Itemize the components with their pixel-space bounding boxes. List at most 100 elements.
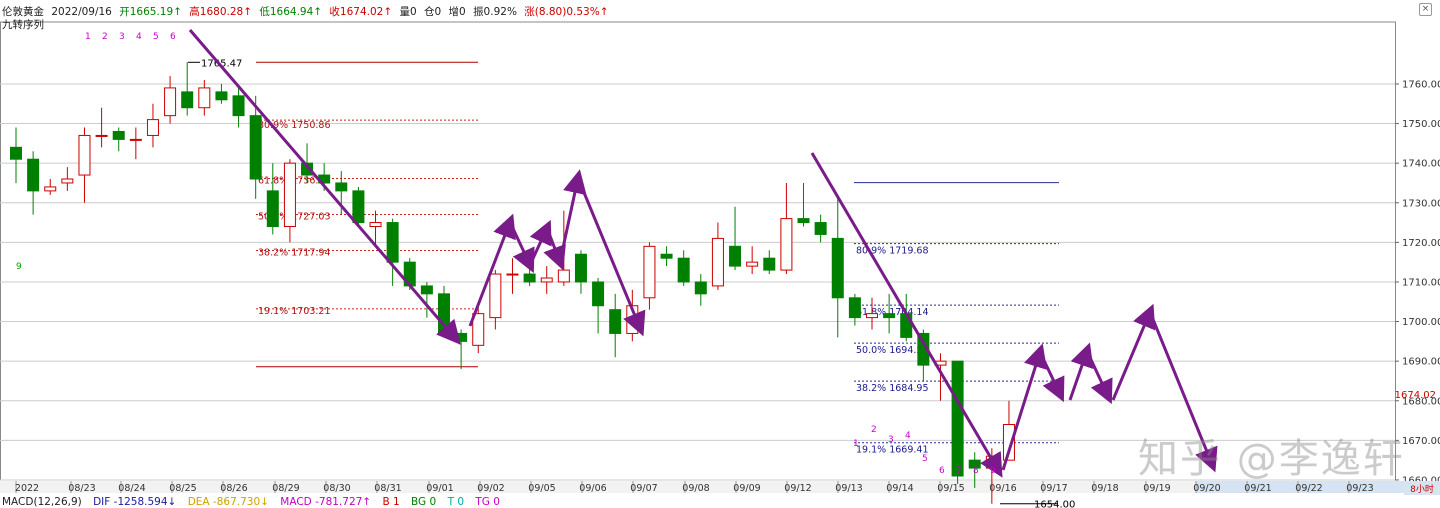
x-tick-label: 09/19 — [1143, 483, 1170, 494]
y-tick-label: 1740.00 — [1402, 159, 1440, 170]
candle-body — [831, 237, 844, 299]
low-label: 1654.00 — [1034, 500, 1075, 508]
seq-counter: 1 — [85, 32, 91, 42]
x-tick-label: 2022 — [15, 483, 39, 494]
candle-body — [146, 119, 159, 136]
candle-body — [951, 360, 964, 477]
candle-body — [489, 273, 502, 319]
candle-body — [523, 273, 536, 283]
projection-arrow — [1068, 342, 1094, 401]
candle-body — [266, 190, 279, 228]
candle-body — [592, 281, 605, 307]
x-tick-label: 09/02 — [477, 483, 504, 494]
x-tick-label: 09/18 — [1091, 483, 1118, 494]
candle-body — [711, 237, 724, 287]
y-tick-label: 1670.00 — [1402, 436, 1440, 447]
y-tick-label: 1690.00 — [1402, 357, 1440, 368]
candle-body — [883, 313, 896, 319]
amplitude: 振0.92% — [473, 6, 517, 18]
fib2-level-label: 19.1% 1669.41 — [856, 445, 928, 456]
macd-value: MACD -781.727↑ — [280, 496, 372, 508]
candle-body — [78, 134, 91, 176]
seq-counter: 7 — [956, 466, 962, 476]
seq-counter: 5 — [922, 454, 928, 464]
close-price: 收1674.02↑ — [329, 6, 393, 18]
candle-body — [694, 281, 707, 295]
candle-body — [574, 253, 587, 283]
x-tick-label: 09/15 — [937, 483, 964, 494]
candle-body — [10, 146, 22, 160]
seq-counter: 3 — [888, 435, 894, 445]
projection-arrow — [1085, 350, 1113, 405]
projection-arrow — [528, 219, 552, 266]
candle-body — [814, 222, 827, 235]
candle-body — [797, 218, 810, 224]
macd-bg: BG 0 — [411, 496, 437, 508]
price-change: 涨(8.80)0.53%↑ — [524, 6, 609, 18]
candle-body — [61, 178, 74, 184]
projection-arrow — [558, 169, 587, 263]
seq-counter: 1 — [853, 439, 859, 449]
candle-body — [335, 182, 348, 192]
high-price: 高1680.28↑ — [189, 6, 252, 18]
candle-body — [352, 190, 365, 224]
y-tick-label: 1710.00 — [1402, 277, 1440, 288]
x-tick-label: 09/07 — [630, 483, 657, 494]
timeframe-label[interactable]: 8小时 — [1404, 485, 1440, 495]
x-tick-label: 08/30 — [323, 483, 350, 494]
seq-counter: 9 — [990, 466, 996, 476]
seq-counter: 2 — [102, 32, 108, 42]
fib1-level-label: 19.1% 1703.21 — [258, 306, 330, 317]
macd-t: T 0 — [447, 496, 464, 508]
macd-tg: TG 0 — [475, 496, 500, 508]
candle-body — [27, 158, 40, 192]
candle-body — [643, 245, 656, 299]
x-tick-label: 08/26 — [220, 483, 247, 494]
candle-body — [780, 218, 793, 271]
candle-body — [455, 332, 468, 342]
oi-change: 增0 — [448, 6, 466, 18]
x-tick-label: 08/29 — [272, 483, 299, 494]
x-tick-label: 09/23 — [1346, 483, 1373, 494]
seq-counter: 6 — [170, 32, 176, 42]
x-tick-label: 09/17 — [1040, 483, 1067, 494]
x-tick-label: 09/13 — [835, 483, 862, 494]
projection-arrow — [1038, 351, 1065, 403]
seq-counter: 5 — [153, 32, 159, 42]
candle-body — [232, 95, 245, 117]
candle-body — [369, 222, 382, 228]
y-tick-label: 1730.00 — [1402, 198, 1440, 209]
y-tick-label: 1760.00 — [1402, 79, 1440, 90]
y-tick-label: 1720.00 — [1402, 238, 1440, 249]
x-tick-label: 08/31 — [374, 483, 401, 494]
candle-body — [215, 91, 228, 101]
volume: 量0 — [399, 6, 417, 18]
candle-body — [198, 87, 211, 109]
candle-body — [557, 269, 570, 283]
macd-footer: MACD(12,26,9) DIF -1258.594↓ DEA -867.73… — [2, 496, 508, 508]
candle-body — [729, 245, 742, 267]
x-tick-label: 09/12 — [784, 483, 811, 494]
seq-counter: 4 — [136, 32, 142, 42]
x-tick-label: 08/23 — [68, 483, 95, 494]
x-tick-label: 09/20 — [1193, 483, 1220, 494]
close-icon[interactable]: × — [1419, 3, 1432, 16]
candle-body — [249, 115, 262, 180]
macd-b: B 1 — [382, 496, 400, 508]
seq-counter-green: 9 — [16, 262, 22, 272]
open-interest: 仓0 — [424, 6, 442, 18]
seq-counter: 2 — [871, 425, 877, 435]
y-tick-label: 1750.00 — [1402, 119, 1440, 130]
candle-body — [609, 309, 622, 334]
seq-counter: 3 — [119, 32, 125, 42]
candle-body — [44, 186, 57, 192]
candle-body — [164, 87, 177, 117]
candle-body — [95, 134, 108, 137]
x-tick-label: 09/05 — [528, 483, 555, 494]
low-price: 低1664.94↑ — [259, 6, 323, 18]
macd-dea: DEA -867.730↓ — [187, 496, 269, 508]
fib1-level-label: 38.2% 1717.94 — [258, 248, 330, 259]
fib2-level-label: 38.2% 1684.95 — [856, 383, 928, 394]
macd-name: MACD(12,26,9) — [2, 496, 82, 508]
candle-body — [420, 285, 433, 295]
